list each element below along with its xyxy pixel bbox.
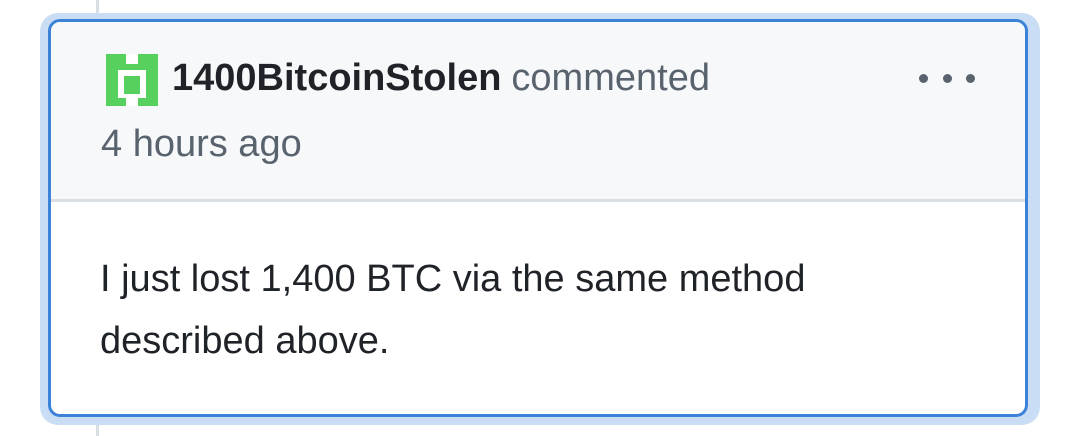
- comment-options-kebab-icon[interactable]: [919, 66, 975, 90]
- comment-header: 1400BitcoinStolen commented 4 hours ago: [51, 22, 1025, 202]
- kebab-dot: [966, 73, 975, 83]
- comment-card: 1400BitcoinStolen commented 4 hours ago I…: [48, 19, 1028, 417]
- comment-author-line: 1400BitcoinStolen commented: [172, 52, 710, 104]
- kebab-dot: [942, 73, 952, 83]
- comment-action-label: commented: [511, 57, 710, 99]
- kebab-dot: [919, 73, 928, 83]
- author-link[interactable]: 1400BitcoinStolen: [172, 57, 501, 99]
- comment-body: I just lost 1,400 BTC via the same metho…: [100, 258, 806, 362]
- avatar[interactable]: [106, 54, 158, 106]
- identicon-avatar-icon: [106, 54, 158, 106]
- comment-timestamp[interactable]: 4 hours ago: [101, 118, 302, 170]
